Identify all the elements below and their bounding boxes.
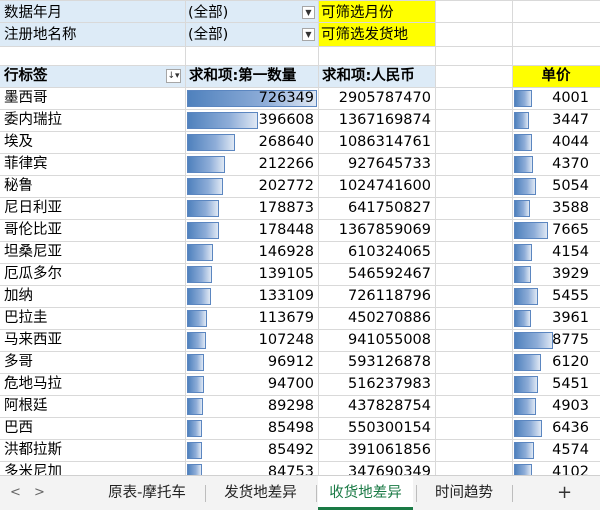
row-label: 哥伦比亚	[4, 222, 62, 238]
dropdown-arrow-icon[interactable]: ▼	[302, 6, 315, 19]
unit-price-value: 6120	[552, 354, 589, 370]
row-label: 阿根廷	[4, 398, 48, 414]
qty-value: 212266	[258, 156, 314, 172]
qty-value: 268640	[258, 134, 314, 150]
qty-value: 396608	[258, 112, 314, 128]
row-label: 洪都拉斯	[4, 442, 62, 458]
tab-shipping-diff[interactable]: 发货地差异	[208, 476, 313, 510]
rmb-value: 2905787470	[338, 90, 431, 106]
rmb-value: 941055008	[347, 332, 431, 348]
header-row-label: 行标签	[4, 68, 48, 84]
row-label: 危地马拉	[4, 376, 62, 392]
qty-value: 89298	[267, 398, 314, 414]
rmb-value: 347690349	[347, 464, 431, 475]
add-sheet-icon[interactable]: +	[557, 476, 572, 510]
unit-price-value: 5451	[552, 376, 589, 392]
qty-value: 726349	[258, 90, 314, 106]
row-label: 坦桑尼亚	[4, 244, 62, 260]
unit-price-value: 4903	[552, 398, 589, 414]
dropdown-arrow-icon[interactable]: ▼	[302, 28, 315, 41]
qty-value: 113679	[258, 310, 314, 326]
row-label: 巴西	[4, 420, 33, 436]
qty-value: 202772	[258, 178, 314, 194]
qty-value: 107248	[258, 332, 314, 348]
rmb-value: 726118796	[347, 288, 431, 304]
rmb-value: 550300154	[347, 420, 431, 436]
row-label: 菲律宾	[4, 156, 48, 172]
unit-price-value: 4001	[552, 90, 589, 106]
header-qty: 求和项:第一数量	[189, 68, 297, 84]
row-label: 委内瑞拉	[4, 112, 62, 128]
sheet-tab-bar: < > 原表-摩托车 发货地差异 收货地差异 时间趋势 +	[0, 475, 600, 510]
unit-price-value: 4370	[552, 156, 589, 172]
rmb-value: 391061856	[347, 442, 431, 458]
unit-price-value: 4044	[552, 134, 589, 150]
unit-price-value: 3447	[552, 112, 589, 128]
row-label: 马来西亚	[4, 332, 62, 348]
tab-next-icon[interactable]: >	[34, 476, 45, 510]
rmb-value: 1367859069	[338, 222, 431, 238]
rmb-value: 437828754	[347, 398, 431, 414]
unit-price-value: 3588	[552, 200, 589, 216]
rmb-value: 450270886	[347, 310, 431, 326]
row-label: 加纳	[4, 288, 33, 304]
qty-value: 85498	[267, 420, 314, 436]
qty-value: 178873	[258, 200, 314, 216]
filter-value-month[interactable]: (全部)	[188, 2, 298, 24]
unit-price-value: 4154	[552, 244, 589, 260]
spreadsheet-grid[interactable]: 数据年月 (全部) ▼ 可筛选月份 注册地名称 (全部) ▼ 可筛选发货地 行标…	[0, 0, 600, 475]
row-label: 多哥	[4, 354, 33, 370]
rmb-value: 610324065	[347, 244, 431, 260]
filter-label-month: 数据年月	[4, 5, 62, 21]
rmb-value: 1367169874	[338, 112, 431, 128]
row-label: 尼日利亚	[4, 200, 62, 216]
unit-price-value: 7665	[552, 222, 589, 238]
rmb-value: 593126878	[347, 354, 431, 370]
qty-value: 84753	[267, 464, 314, 475]
filter-label-region: 注册地名称	[4, 27, 77, 43]
qty-value: 178448	[258, 222, 314, 238]
tab-prev-icon[interactable]: <	[10, 476, 21, 510]
qty-value: 94700	[267, 376, 314, 392]
rmb-value: 1024741600	[338, 178, 431, 194]
rmb-value: 546592467	[347, 266, 431, 282]
row-label: 厄瓜多尔	[4, 266, 62, 282]
note-filter-month: 可筛选月份	[321, 5, 394, 21]
row-label: 多米尼加	[4, 464, 62, 475]
sort-descending-icon[interactable]: ↓▾	[166, 69, 181, 83]
row-label: 埃及	[4, 134, 33, 150]
qty-value: 139105	[258, 266, 314, 282]
row-label: 巴拉圭	[4, 310, 48, 326]
tab-receiving-diff[interactable]: 收货地差异	[318, 476, 413, 510]
qty-value: 146928	[258, 244, 314, 260]
unit-price-value: 5455	[552, 288, 589, 304]
qty-value: 85492	[267, 442, 314, 458]
qty-value: 133109	[258, 288, 314, 304]
rmb-value: 1086314761	[338, 134, 431, 150]
row-label: 秘鲁	[4, 178, 33, 194]
tab-original-motorcycle[interactable]: 原表-摩托车	[92, 476, 202, 510]
rmb-value: 927645733	[347, 156, 431, 172]
note-filter-region: 可筛选发货地	[321, 27, 408, 43]
tab-time-trend[interactable]: 时间趋势	[420, 476, 508, 510]
filter-value-region[interactable]: (全部)	[188, 24, 298, 46]
header-unit-price: 单价	[541, 68, 571, 84]
unit-price-value: 6436	[552, 420, 589, 436]
rmb-value: 641750827	[347, 200, 431, 216]
qty-value: 96912	[267, 354, 314, 370]
header-rmb: 求和项:人民币	[322, 68, 415, 84]
unit-price-value: 3961	[552, 310, 589, 326]
unit-price-value: 3929	[552, 266, 589, 282]
unit-price-value: 4102	[552, 464, 589, 475]
unit-price-value: 4574	[552, 442, 589, 458]
unit-price-value: 5054	[552, 178, 589, 194]
row-label: 墨西哥	[4, 90, 48, 106]
unit-price-value: 8775	[552, 332, 589, 348]
rmb-value: 516237983	[347, 376, 431, 392]
